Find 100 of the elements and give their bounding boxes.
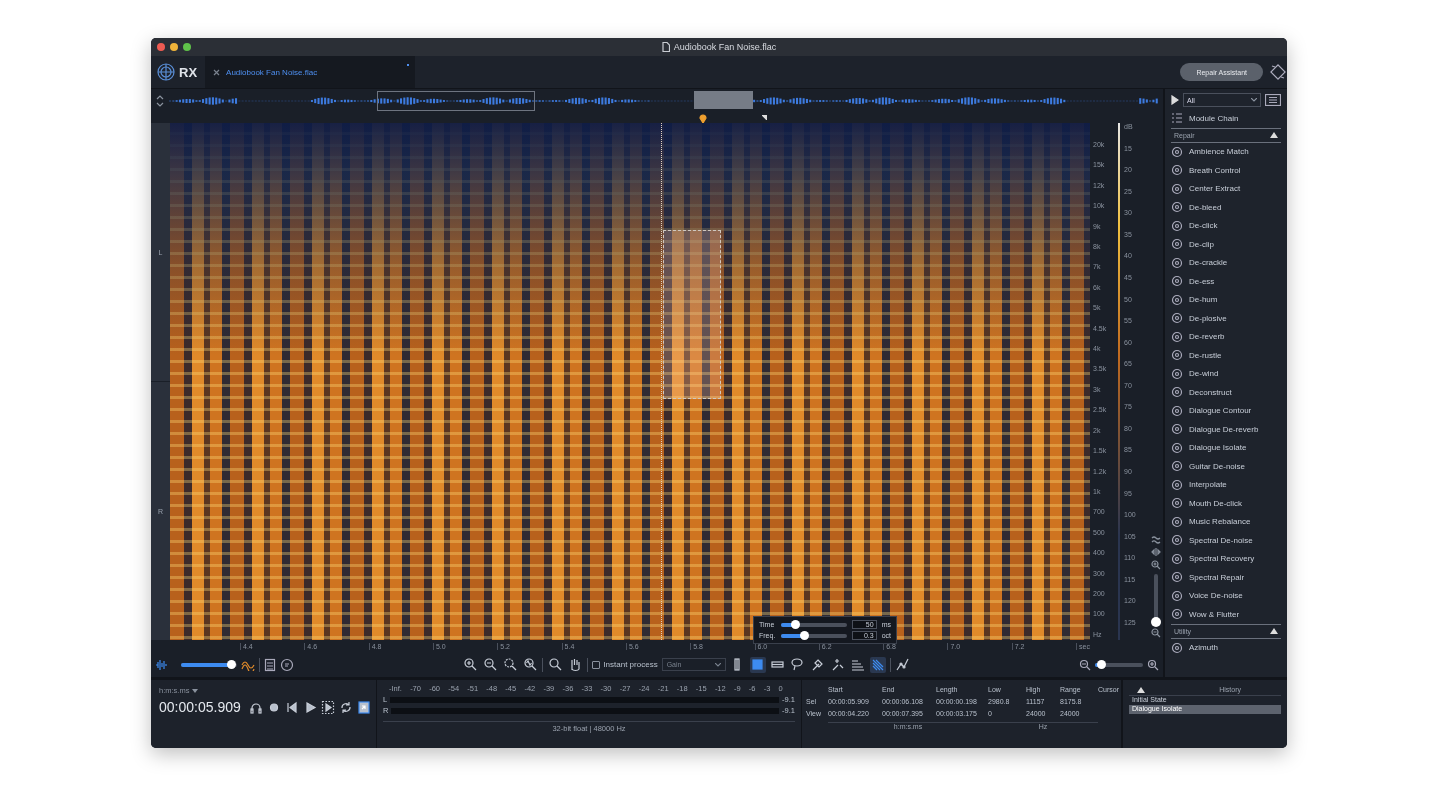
- zoom-in-icon[interactable]: [462, 657, 478, 672]
- zoom-wave-icon[interactable]: [522, 657, 538, 672]
- list-icon: [1171, 112, 1183, 125]
- module-item[interactable]: De-hum: [1171, 290, 1281, 309]
- selection-rectangle[interactable]: [663, 229, 722, 399]
- search-icon[interactable]: [547, 657, 563, 672]
- follow-button[interactable]: [356, 699, 372, 715]
- module-icon: [1171, 330, 1183, 343]
- module-item[interactable]: Wow & Flutter: [1171, 605, 1281, 624]
- module-item[interactable]: Interpolate: [1171, 475, 1281, 494]
- play-icon[interactable]: [1171, 95, 1179, 105]
- collapse-triangle-icon[interactable]: [1137, 686, 1145, 693]
- rect-select-icon[interactable]: [750, 657, 766, 672]
- wave-lines-icon[interactable]: [1151, 536, 1161, 544]
- module-item[interactable]: De-wind: [1171, 364, 1281, 383]
- module-icon: [1171, 219, 1183, 232]
- minimize-window-button[interactable]: [170, 43, 178, 51]
- brush-icon[interactable]: [870, 657, 886, 672]
- zoom-in-icon[interactable]: [1147, 658, 1159, 671]
- module-icon: [1171, 349, 1183, 362]
- checkbox-label: Instant process: [603, 660, 658, 669]
- module-item[interactable]: Spectral De-noise: [1171, 531, 1281, 550]
- close-window-button[interactable]: [157, 43, 165, 51]
- view-range-box[interactable]: [376, 91, 536, 111]
- module-item[interactable]: De-plosive: [1171, 309, 1281, 328]
- module-item[interactable]: De-crackle: [1171, 253, 1281, 272]
- module-icon: [1171, 275, 1183, 288]
- module-item[interactable]: De-click: [1171, 216, 1281, 235]
- module-icon: [1171, 497, 1183, 510]
- module-item[interactable]: Music Rebalance: [1171, 512, 1281, 531]
- module-icon: [1171, 293, 1183, 306]
- module-item[interactable]: De-ess: [1171, 272, 1281, 291]
- module-icon: [1171, 515, 1183, 528]
- waveform-icon[interactable]: [155, 658, 169, 671]
- collapse-triangle-icon[interactable]: [1270, 132, 1278, 138]
- loop-button[interactable]: [338, 699, 354, 715]
- collapse-triangle-icon[interactable]: [1270, 628, 1278, 634]
- playhead-marker-icon[interactable]: [699, 114, 708, 124]
- module-icon: [1171, 312, 1183, 325]
- logo-icon: [156, 62, 176, 82]
- module-icon: [1171, 367, 1183, 380]
- module-item[interactable]: Deconstruct: [1171, 383, 1281, 402]
- instant-process-checkbox[interactable]: [592, 660, 601, 669]
- module-item[interactable]: Breath Control: [1171, 161, 1281, 180]
- curve-icon[interactable]: [895, 657, 911, 672]
- vertical-zoom-slider[interactable]: [1154, 574, 1158, 624]
- caret-icon: [192, 688, 199, 693]
- module-item[interactable]: Dialogue Contour: [1171, 401, 1281, 420]
- caret-icon: [714, 662, 721, 667]
- module-icon: [1171, 552, 1183, 565]
- module-item[interactable]: Voice De-noise: [1171, 586, 1281, 605]
- setting-slider[interactable]: [780, 622, 848, 627]
- module-item[interactable]: Mouth De-click: [1171, 494, 1281, 513]
- zoom-out-icon[interactable]: [482, 657, 498, 672]
- display-slider[interactable]: [181, 662, 237, 667]
- module-icon: [1171, 145, 1183, 158]
- zoom-window-button[interactable]: [183, 43, 191, 51]
- module-icon: [1171, 608, 1183, 621]
- setting-slider[interactable]: [780, 633, 848, 638]
- module-item[interactable]: De-reverb: [1171, 327, 1281, 346]
- view-handle[interactable]: [693, 91, 754, 109]
- module-item[interactable]: Azimuth: [1171, 638, 1281, 657]
- module-item[interactable]: Ambience Match: [1171, 142, 1281, 161]
- menu-icon[interactable]: [1265, 94, 1281, 106]
- module-icon: [1171, 460, 1183, 473]
- list-icon[interactable]: [264, 657, 276, 672]
- module-item[interactable]: De-bleed: [1171, 198, 1281, 217]
- play-selection-button[interactable]: [320, 699, 336, 715]
- bars-icon[interactable]: [850, 657, 866, 672]
- lasso-icon[interactable]: [790, 657, 806, 672]
- module-item[interactable]: De-rustle: [1171, 346, 1281, 365]
- module-icon: [1171, 641, 1183, 654]
- file-icon: [661, 42, 670, 52]
- skip-back-button[interactable]: [284, 699, 300, 715]
- module-item[interactable]: Dialogue De-reverb: [1171, 420, 1281, 439]
- module-icon: [1171, 589, 1183, 602]
- module-icon: [1171, 201, 1183, 214]
- zoom-out-icon[interactable]: [1151, 628, 1161, 638]
- time-display: 00:00:05.909: [159, 699, 241, 715]
- module-icon: [1171, 423, 1183, 436]
- module-item[interactable]: De-clip: [1171, 235, 1281, 254]
- zoom-in-icon[interactable]: [1151, 560, 1161, 570]
- module-item[interactable]: Spectral Repair: [1171, 568, 1281, 587]
- chat-icon[interactable]: [280, 657, 294, 672]
- module-icon: [1171, 182, 1183, 195]
- zoom-out-icon[interactable]: [1079, 658, 1091, 671]
- module-item[interactable]: Spectral Recovery: [1171, 549, 1281, 568]
- module-chain-item[interactable]: Module Chain: [1171, 109, 1281, 128]
- module-icon: [1171, 534, 1183, 547]
- module-item[interactable]: Center Extract: [1171, 179, 1281, 198]
- file-tab[interactable]: Audiobook Fan Noise.flac: [205, 56, 416, 88]
- expand-icon[interactable]: [155, 94, 165, 108]
- zoom-fit-icon[interactable]: [502, 657, 518, 672]
- selection-end-icon: [761, 115, 767, 120]
- module-item[interactable]: Dialogue Isolate: [1171, 438, 1281, 457]
- zoom-slider[interactable]: [1095, 662, 1143, 667]
- module-item[interactable]: Guitar De-noise: [1171, 457, 1281, 476]
- close-icon[interactable]: [213, 68, 221, 76]
- expand-horizontal-icon[interactable]: [1151, 548, 1161, 556]
- module-icon: [1171, 404, 1183, 417]
